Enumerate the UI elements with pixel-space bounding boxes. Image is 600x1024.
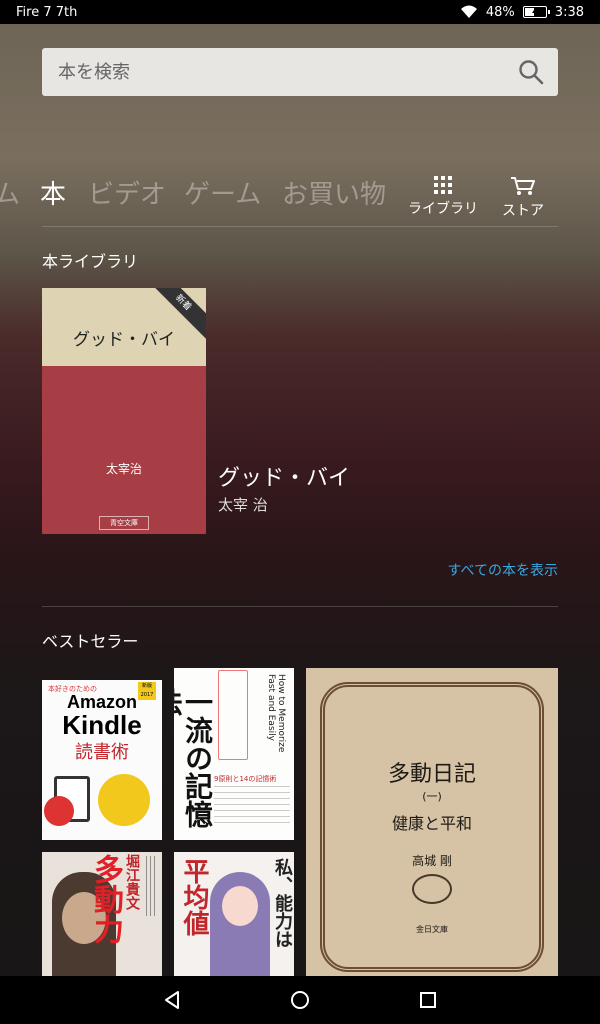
bestseller-cover[interactable]: 多動力 堀江貴文 <box>42 852 162 976</box>
cover-circle <box>98 774 150 826</box>
cover-line: 健康と平和 <box>391 814 472 833</box>
cover-line: (一) <box>422 790 442 803</box>
show-all-books-link[interactable]: すべての本を表示 <box>448 560 558 580</box>
tab-video[interactable]: ビデオ <box>88 174 166 211</box>
category-tabs: ム 本 ビデオ ゲーム お買い物 ライブラリ ストア <box>0 168 600 220</box>
cover-line: 平均値 <box>179 858 209 936</box>
bestseller-cover[interactable]: 本好きのための 新版 2017 Amazon Kindle 読書術 <box>42 680 162 840</box>
cart-icon <box>511 177 535 195</box>
book-cover-goodbye[interactable]: 新着 グッド・バイ 太宰治 青空文庫 <box>42 288 206 534</box>
divider <box>42 606 558 607</box>
status-bar: Fire 7 7th 48% 3:38 <box>0 0 600 24</box>
clock: 3:38 <box>554 4 584 20</box>
book-title[interactable]: グッド・バイ <box>218 460 350 492</box>
divider <box>42 226 558 227</box>
cover-text-block <box>146 856 158 916</box>
cover-line: 多動日記 <box>387 762 476 787</box>
recent-apps-icon[interactable] <box>416 988 440 1012</box>
system-nav-bar <box>0 976 600 1024</box>
bestseller-cover[interactable]: 平均値 私、能力は <box>174 852 294 976</box>
wifi-icon <box>460 5 477 18</box>
search-icon[interactable] <box>518 59 544 85</box>
library-section-title: 本ライブラリ <box>42 252 139 271</box>
tab-books[interactable]: 本 <box>40 174 66 211</box>
battery-icon <box>522 6 550 18</box>
search-bar[interactable] <box>42 48 558 96</box>
cover-line: 読書術 <box>75 742 129 763</box>
home-icon[interactable] <box>288 988 312 1012</box>
device-name: Fire 7 7th <box>16 4 78 20</box>
cover-subtitle: 9原則と14の記憶術 <box>214 775 277 783</box>
cover-line: 高城 剛 <box>412 854 452 868</box>
grid-icon <box>434 176 452 194</box>
cover-title: グッド・バイ <box>73 330 175 350</box>
library-button[interactable]: ライブラリ <box>408 176 478 218</box>
cover-publisher: 青空文庫 <box>99 516 149 530</box>
bestseller-cover[interactable]: 一流の記憶法 How to Memorize Fast and Easily 9… <box>174 668 294 840</box>
store-button[interactable]: ストア <box>502 176 544 220</box>
search-input[interactable] <box>58 61 518 83</box>
back-icon[interactable] <box>160 988 184 1012</box>
tab-partial[interactable]: ム <box>0 174 20 211</box>
cover-line: 私、能力は <box>272 858 293 948</box>
cover-frame <box>218 670 248 760</box>
cover-line: Kindle <box>62 710 142 740</box>
book-author: 太宰 治 <box>218 496 268 514</box>
store-label: ストア <box>502 203 544 219</box>
cover-illustration-face <box>222 886 258 926</box>
tab-games[interactable]: ゲーム <box>184 174 261 211</box>
cover-publisher: 金日文庫 <box>416 925 448 934</box>
cover-line: 多動力 <box>88 854 123 944</box>
bestsellers-section-title: ベストセラー <box>42 632 139 651</box>
cover-line: How to Memorize Fast and Easily <box>266 674 286 753</box>
cover-line: 一流の記憶法 <box>174 688 214 828</box>
cover-circle <box>44 796 74 826</box>
cover-line: 堀江貴文 <box>124 854 140 910</box>
cover-author: 太宰治 <box>105 462 142 476</box>
bestseller-cover[interactable]: 多動日記 (一) 健康と平和 高城 剛 金日文庫 <box>306 668 558 976</box>
cover-text-block <box>214 786 290 826</box>
battery-percent: 48% <box>485 4 515 20</box>
tab-shopping[interactable]: お買い物 <box>282 174 386 211</box>
cover-emblem <box>412 874 452 904</box>
library-label: ライブラリ <box>408 201 478 217</box>
